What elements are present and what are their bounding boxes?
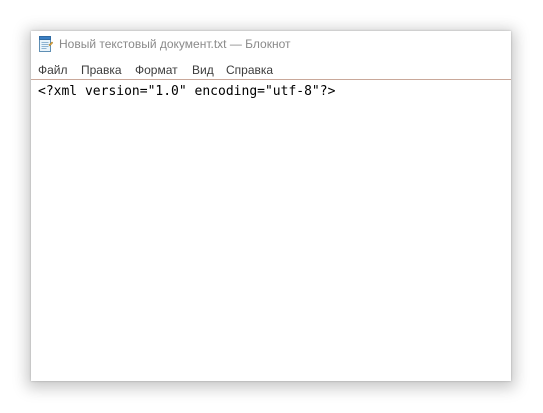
menu-file[interactable]: Файл [38,63,68,77]
editor-line[interactable]: <?xml version="1.0" encoding="utf-8"?> [38,84,335,99]
text-editor-area[interactable]: <?xml version="1.0" encoding="utf-8"?> [31,80,511,381]
window-title: Новый текстовый документ.txt — Блокнот [59,37,291,51]
menu-view[interactable]: Вид [192,63,214,77]
menu-help[interactable]: Справка [226,63,273,77]
notepad-window[interactable]: Новый текстовый документ.txt — Блокнот Ф… [31,31,511,381]
menu-edit[interactable]: Правка [81,63,122,77]
menu-bar: Файл Правка Формат Вид Справка [31,59,511,80]
notepad-icon [38,36,54,52]
menu-format[interactable]: Формат [135,63,178,77]
title-bar[interactable]: Новый текстовый документ.txt — Блокнот [31,31,511,59]
desktop-background: Новый текстовый документ.txt — Блокнот Ф… [0,0,543,413]
